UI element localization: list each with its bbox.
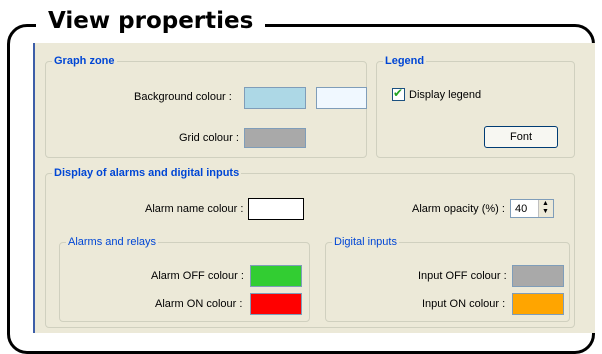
alarm-on-label: Alarm ON colour : [155, 298, 243, 310]
alarm-name-colour-swatch[interactable] [248, 198, 304, 220]
alarm-opacity-value: 40 [515, 203, 528, 215]
display-legend-label: Display legend [409, 89, 482, 101]
alarm-off-colour-swatch[interactable] [250, 265, 302, 287]
background-colour-swatch-1[interactable] [244, 87, 306, 109]
page-title: View properties [36, 4, 266, 44]
alarm-opacity-label: Alarm opacity (%) : [412, 203, 505, 215]
legend-group: Legend ✔ Display legend Font [376, 54, 575, 158]
input-off-colour-swatch[interactable] [512, 265, 564, 287]
alarms-relays-title: Alarms and relays [66, 235, 159, 249]
alarm-off-label: Alarm OFF colour : [151, 270, 244, 282]
alarms-display-title: Display of alarms and digital inputs [52, 166, 242, 180]
spinner-up-icon[interactable]: ▲ [542, 200, 549, 208]
digital-inputs-group: Digital inputs Input OFF colour : Input … [325, 235, 570, 322]
input-on-label: Input ON colour : [422, 298, 506, 310]
font-button[interactable]: Font [484, 126, 558, 148]
background-colour-label: Background colour : [134, 91, 232, 103]
grid-colour-swatch[interactable] [244, 128, 306, 148]
view-properties-dialog: Graph zone Background colour : Grid colo… [33, 43, 595, 333]
input-off-label: Input OFF colour : [418, 270, 507, 282]
background-colour-swatch-2[interactable] [316, 87, 367, 109]
input-on-colour-swatch[interactable] [512, 293, 564, 315]
alarms-display-group: Display of alarms and digital inputs Ala… [45, 166, 575, 328]
check-icon: ✔ [393, 86, 404, 100]
spinner-down-icon[interactable]: ▼ [542, 208, 549, 216]
digital-inputs-title: Digital inputs [332, 235, 399, 249]
legend-title: Legend [383, 54, 427, 68]
graph-zone-title: Graph zone [52, 54, 117, 68]
alarms-relays-group: Alarms and relays Alarm OFF colour : Ala… [59, 235, 310, 322]
spinner-arrows[interactable]: ▲ ▼ [538, 200, 553, 217]
alarm-name-colour-label: Alarm name colour : [145, 203, 244, 215]
alarm-opacity-spinner[interactable]: 40 ▲ ▼ [510, 199, 554, 218]
alarm-on-colour-swatch[interactable] [250, 293, 302, 315]
grid-colour-label: Grid colour : [179, 132, 239, 144]
graph-zone-group: Graph zone Background colour : Grid colo… [45, 54, 367, 158]
display-legend-checkbox[interactable]: ✔ [392, 86, 405, 101]
